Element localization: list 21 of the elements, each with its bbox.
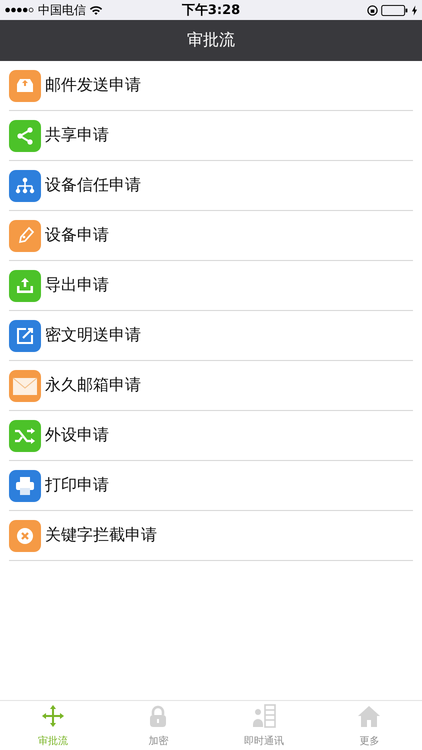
list-item[interactable]: 密文明送申请 bbox=[9, 311, 413, 361]
list-item[interactable]: 邮件发送申请 bbox=[9, 61, 413, 111]
rotation-lock-icon bbox=[367, 4, 378, 16]
charging-icon bbox=[412, 4, 417, 16]
battery-icon bbox=[381, 4, 409, 16]
signal-icon bbox=[5, 7, 35, 13]
list-item[interactable]: 设备信任申请 bbox=[9, 161, 413, 211]
list-item[interactable]: 打印申请 bbox=[9, 461, 413, 511]
list-item[interactable]: 导出申请 bbox=[9, 261, 413, 311]
list-item[interactable]: 永久邮箱申请 bbox=[9, 361, 413, 411]
list-item[interactable]: 外设申请 bbox=[9, 411, 413, 461]
move-arrows-icon bbox=[40, 704, 65, 728]
carrier-name: 中国电信 bbox=[38, 2, 86, 18]
list-item[interactable]: 关键字拦截申请 bbox=[9, 511, 413, 561]
list-item[interactable]: 设备申请 bbox=[9, 211, 413, 261]
list-item[interactable]: 共享申请 bbox=[9, 111, 413, 161]
contact-list-icon bbox=[252, 704, 276, 728]
clock-time: 下午3:28 bbox=[182, 2, 240, 19]
wifi-icon bbox=[89, 4, 103, 16]
home-icon bbox=[357, 704, 382, 728]
page-title: 审批流 bbox=[187, 30, 235, 51]
